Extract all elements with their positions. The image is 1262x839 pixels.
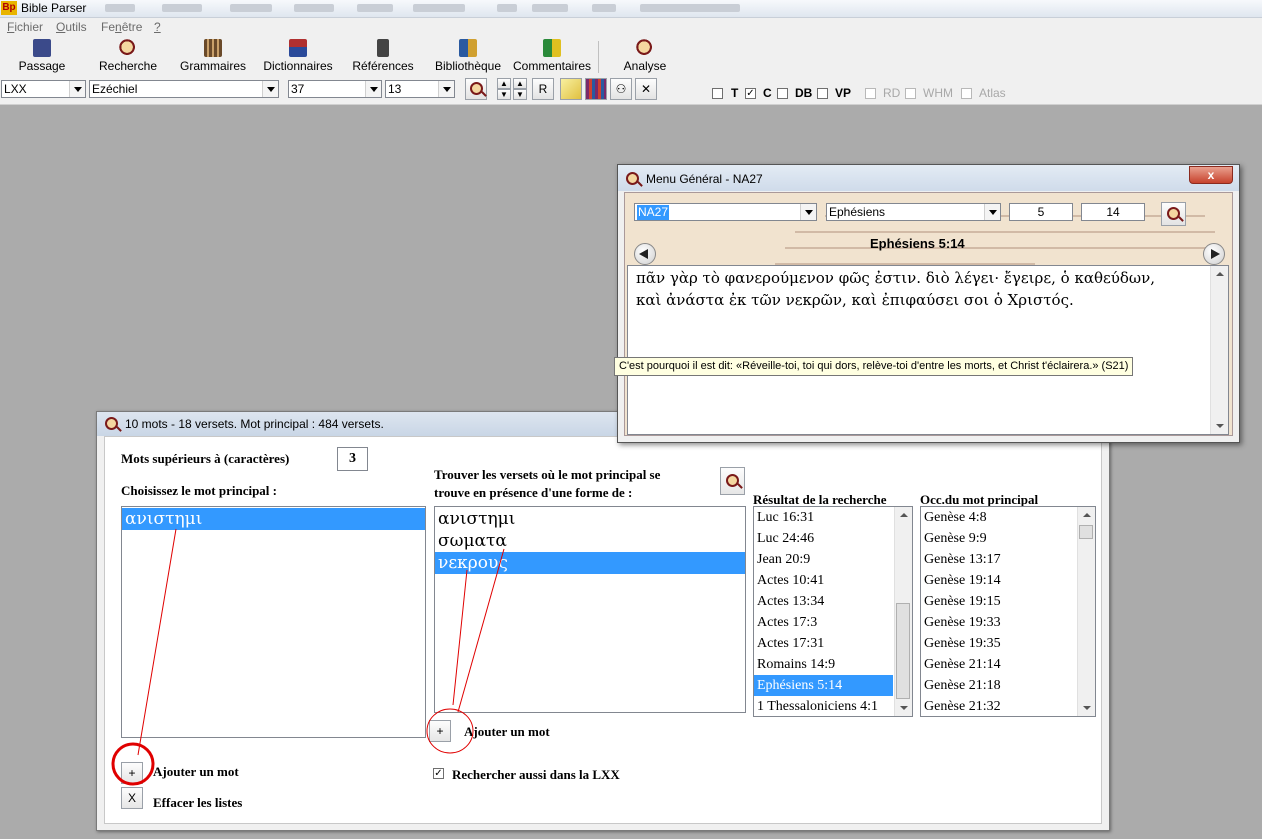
annotation-line: [457, 548, 505, 713]
annotation-circle: [426, 708, 474, 754]
annotation-circle: [111, 742, 155, 786]
annotation-overlay: [111, 528, 505, 786]
annotation-line: [137, 528, 177, 756]
annotation-line: [452, 569, 468, 706]
